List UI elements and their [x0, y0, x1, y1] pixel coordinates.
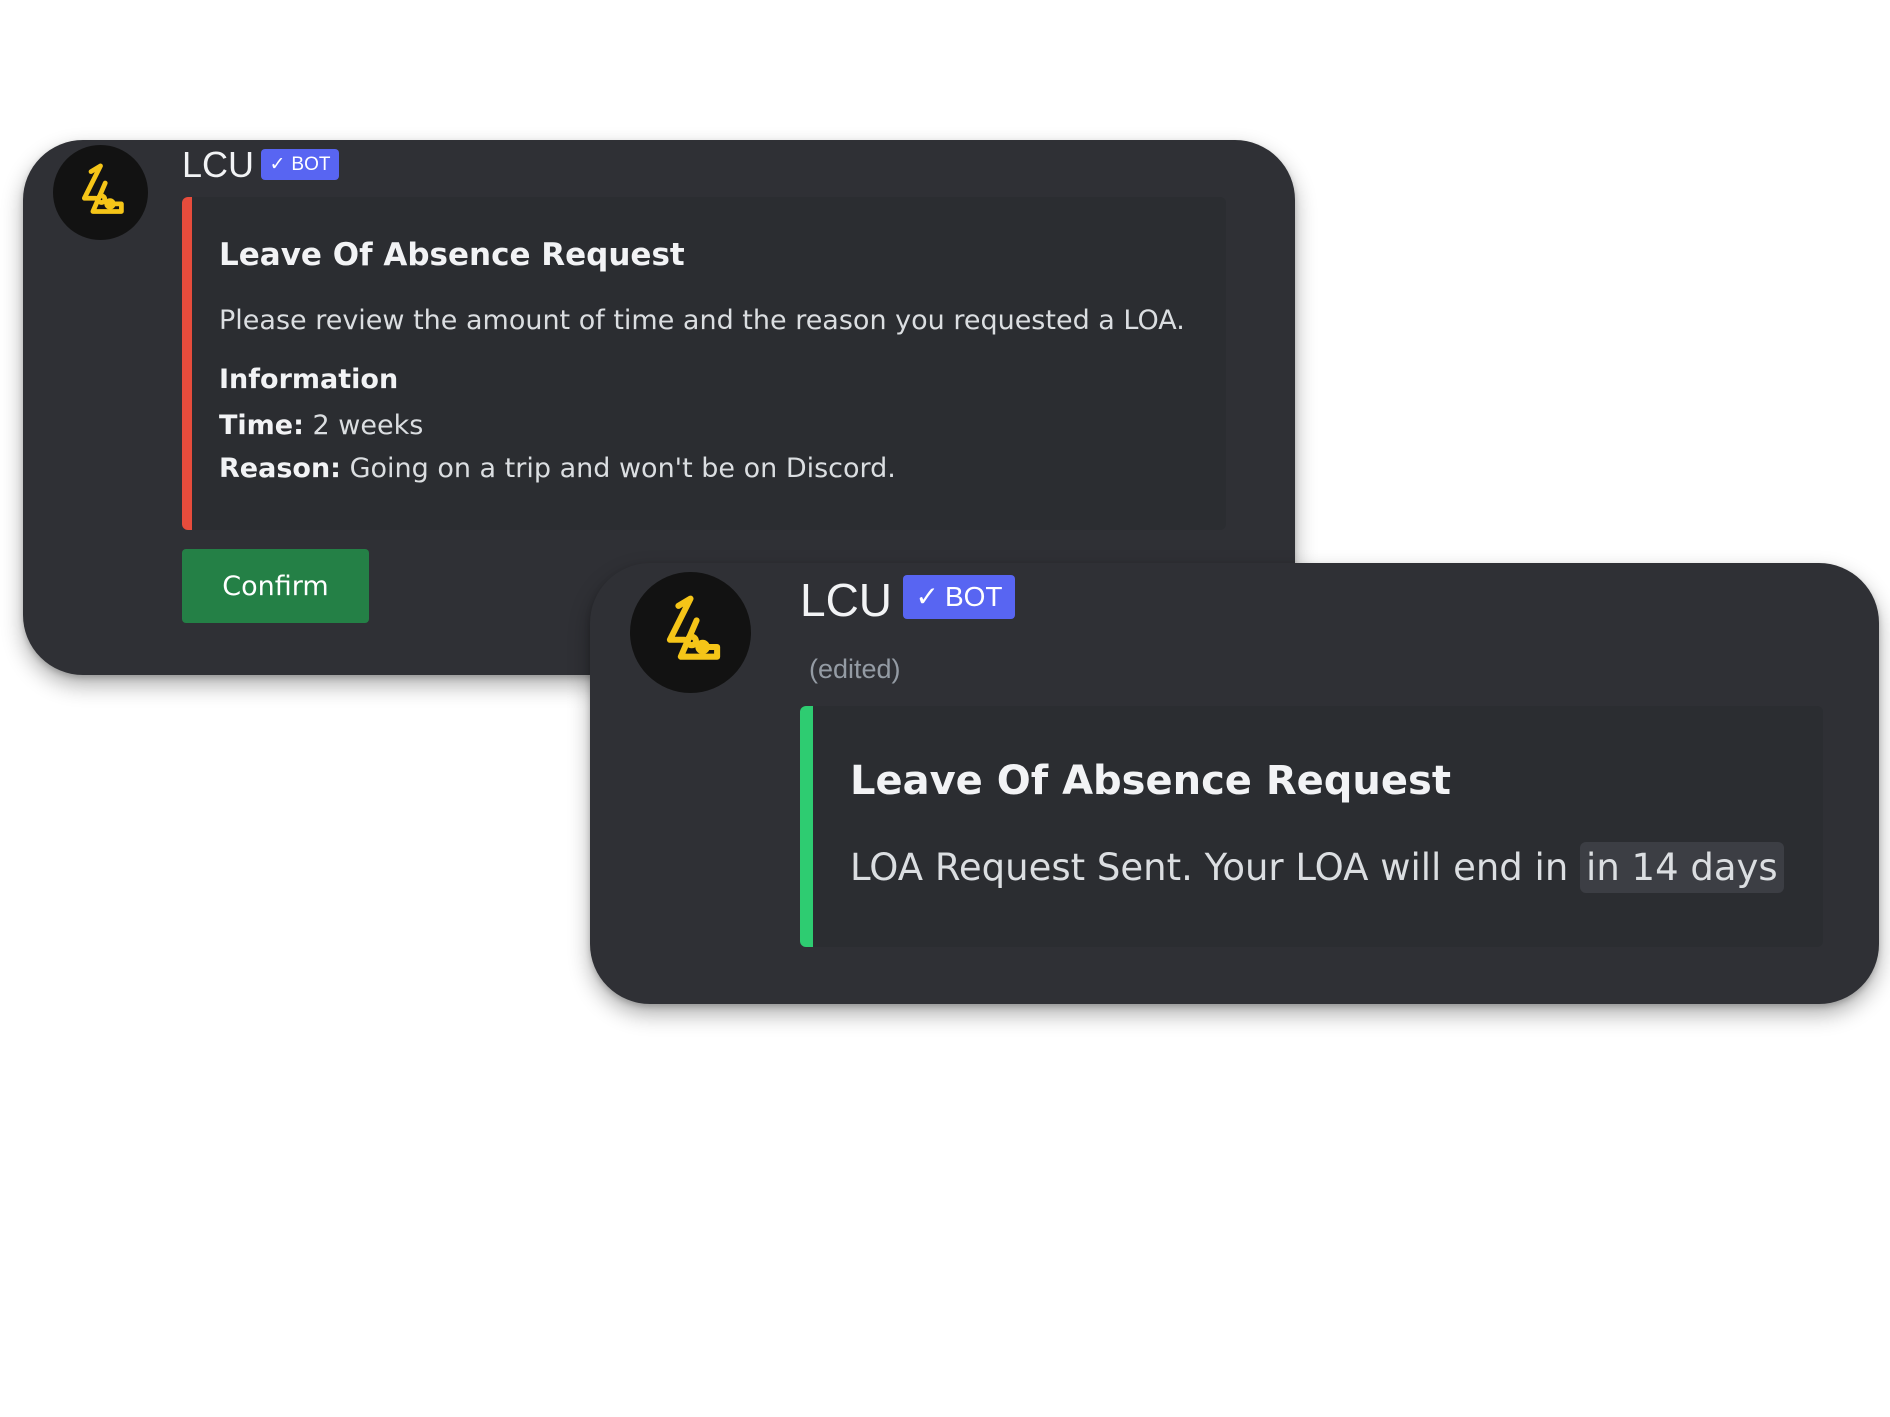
- time-label: Time:: [219, 410, 304, 441]
- embed-title: Leave Of Absence Request: [219, 237, 685, 273]
- embed-field-name: Information: [219, 364, 399, 395]
- loa-end-timestamp[interactable]: in 14 days: [1580, 842, 1784, 893]
- reason-label: Reason:: [219, 453, 341, 484]
- reason-field: Reason: Going on a trip and won't be on …: [219, 453, 896, 484]
- bot-badge: ✓ BOT: [903, 575, 1015, 619]
- embed-description: Please review the amount of time and the…: [219, 305, 1185, 336]
- request-embed: Leave Of Absence Request Please review t…: [182, 197, 1226, 530]
- time-field: Time: 2 weeks: [219, 410, 423, 441]
- embed-description: LOA Request Sent. Your LOA will end in i…: [850, 842, 1784, 893]
- loa-sent-text: LOA Request Sent. Your LOA will end in: [850, 846, 1569, 889]
- embed-accent-bar: [182, 197, 192, 530]
- confirm-button[interactable]: Confirm: [182, 549, 369, 623]
- bot-avatar[interactable]: [630, 572, 751, 693]
- lcu-logo-icon: [81, 163, 124, 214]
- reason-value: Going on a trip and won't be on Discord.: [349, 453, 896, 484]
- bot-avatar[interactable]: [53, 145, 148, 240]
- time-value: 2 weeks: [312, 410, 424, 441]
- embed-title: Leave Of Absence Request: [850, 758, 1451, 804]
- loa-sent-message: LCU ✓ BOT (edited) Leave Of Absence Requ…: [590, 563, 1879, 1004]
- bot-username[interactable]: LCU: [800, 577, 892, 623]
- edited-label: (edited): [809, 654, 901, 684]
- embed-accent-bar: [800, 706, 813, 947]
- check-icon: ✓: [915, 581, 939, 612]
- bot-username[interactable]: LCU: [182, 147, 254, 183]
- check-icon: ✓: [269, 154, 286, 175]
- lcu-logo-icon: [666, 595, 721, 660]
- bot-badge: ✓ BOT: [261, 149, 339, 180]
- bot-badge-label: BOT: [944, 581, 1003, 612]
- bot-badge-label: BOT: [291, 153, 331, 175]
- sent-embed: Leave Of Absence Request LOA Request Sen…: [800, 706, 1823, 947]
